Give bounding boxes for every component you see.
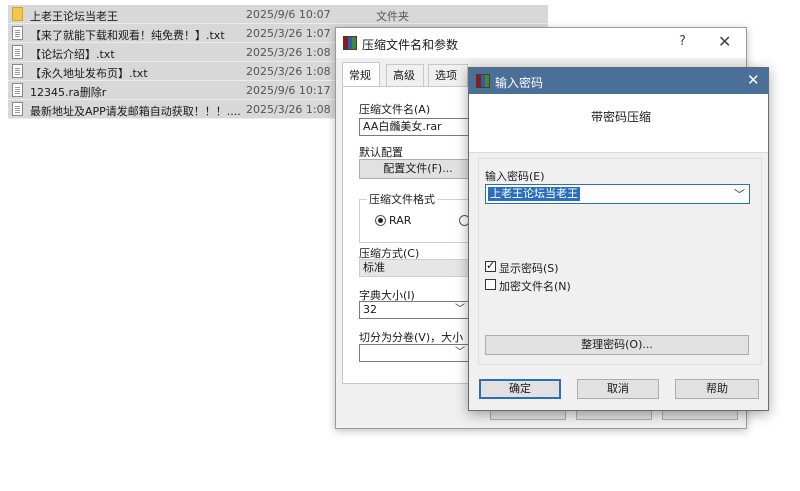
show-password-checkbox[interactable] — [485, 259, 496, 272]
file-name: 【永久地址发布页】.txt — [30, 67, 148, 80]
password-dialog-header: 带密码压缩 — [469, 94, 768, 153]
winrar-icon — [343, 36, 357, 50]
show-password-label: 显示密码(S) — [499, 262, 559, 275]
dictionary-select[interactable]: 32 ﹀ — [359, 301, 469, 319]
enter-password-label: 输入密码(E) — [485, 170, 545, 183]
help-button[interactable]: 帮助 — [675, 379, 759, 399]
file-name: 【来了就能下载和观看！纯免费！】.txt — [30, 29, 225, 42]
tab-general[interactable]: 常规 — [342, 62, 380, 87]
cancel-button[interactable]: 取消 — [577, 379, 659, 399]
text-file-icon — [12, 102, 23, 116]
file-name: 【论坛介绍】.txt — [30, 48, 115, 61]
text-file-icon — [12, 45, 23, 59]
tab-advanced[interactable]: 高级 — [386, 64, 424, 86]
password-dialog-titlebar[interactable]: 输入密码 ✕ — [469, 68, 768, 94]
file-date: 2025/3/26 1:07 — [246, 27, 331, 40]
file-date: 2025/9/6 10:07 — [246, 8, 331, 21]
password-dialog-title: 输入密码 — [495, 76, 544, 90]
chevron-down-icon[interactable]: ﹀ — [734, 186, 745, 202]
text-file-icon — [12, 83, 23, 97]
text-file-icon — [12, 64, 23, 78]
method-value: 标准 — [363, 261, 385, 274]
default-profile-label: 默认配置 — [359, 146, 403, 159]
password-input[interactable]: 上老王论坛当老王 ﹀ — [485, 184, 750, 204]
organize-passwords-button[interactable]: 整理密码(O)... — [485, 335, 749, 355]
profiles-button[interactable]: 配置文件(F)... — [359, 159, 477, 179]
password-dialog: 输入密码 ✕ 带密码压缩 输入密码(E) 上老王论坛当老王 ﹀ 显示密码(S) … — [468, 67, 769, 411]
format-group-label: 压缩文件格式 — [367, 191, 437, 207]
file-name: 最新地址及APP请发邮箱自动获取！！！.... — [30, 105, 241, 118]
format-rar-label: RAR — [389, 214, 412, 227]
encrypt-names-label: 加密文件名(N) — [499, 280, 571, 293]
file-name: 12345.ra删除r — [30, 86, 107, 99]
close-icon[interactable]: ✕ — [747, 71, 760, 89]
file-date: 2025/3/26 1:08 — [246, 65, 331, 78]
encrypt-names-checkbox[interactable] — [485, 279, 496, 290]
chevron-down-icon: ﹀ — [455, 347, 465, 358]
ok-button[interactable]: 确定 — [479, 379, 561, 399]
format-rar-radio[interactable] — [375, 215, 386, 226]
close-icon[interactable]: ✕ — [718, 32, 731, 51]
archive-name-label: 压缩文件名(A) — [359, 103, 431, 116]
file-type: 文件夹 — [376, 10, 409, 23]
file-name: 上老王论坛当老王 — [30, 10, 118, 23]
split-volume-select[interactable]: ﹀ — [359, 344, 469, 362]
password-dialog-heading: 带密码压缩 — [591, 110, 652, 124]
file-date: 2025/3/26 1:08 — [246, 103, 331, 116]
tab-options[interactable]: 选项 — [428, 64, 468, 86]
archive-name-input[interactable]: AA白虪美女.rar — [359, 118, 479, 136]
file-row[interactable]: 上老王论坛当老王 2025/9/6 10:07 文件夹 — [8, 5, 548, 24]
chevron-down-icon: ﹀ — [455, 304, 465, 315]
help-icon[interactable]: ? — [679, 34, 686, 49]
method-select[interactable]: 标准 — [359, 259, 477, 277]
text-file-icon — [12, 26, 23, 40]
password-value: 上老王论坛当老王 — [488, 187, 580, 201]
archive-dialog-title: 压缩文件名和参数 — [362, 38, 459, 52]
winrar-icon — [476, 74, 490, 88]
archive-dialog-titlebar[interactable]: 压缩文件名和参数 ? ✕ — [336, 28, 746, 58]
file-date: 2025/3/26 1:08 — [246, 46, 331, 59]
file-date: 2025/9/6 10:17 — [246, 84, 331, 97]
folder-icon — [12, 7, 23, 21]
split-volume-label: 切分为分卷(V)，大小 — [359, 331, 464, 344]
dictionary-value: 32 — [363, 303, 377, 316]
